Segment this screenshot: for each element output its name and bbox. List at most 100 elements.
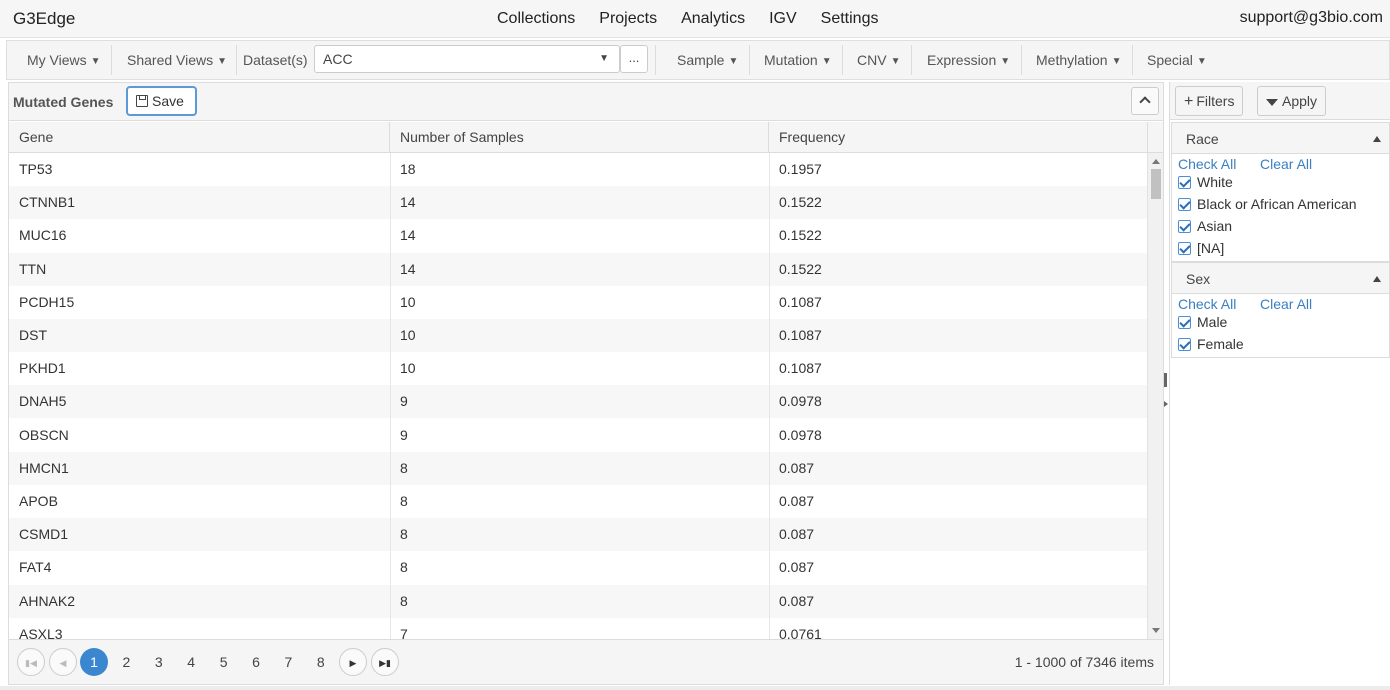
collapse-panel-button[interactable]	[1131, 87, 1159, 115]
table-row[interactable]: CTNNB1 14 0.1522	[9, 186, 1147, 220]
table-row[interactable]: ASXL3 7 0.0761	[9, 618, 1147, 639]
table-row[interactable]: DNAH5 9 0.0978	[9, 385, 1147, 419]
panel-header: Mutated Genes Save	[9, 83, 1163, 121]
caret-up-icon[interactable]	[1373, 136, 1381, 142]
splitter-arrow-icon[interactable]	[1164, 401, 1168, 407]
page-button-3[interactable]: 3	[145, 648, 173, 676]
gene-cell: TP53	[19, 161, 53, 177]
checkbox-checked-icon[interactable]	[1178, 316, 1191, 329]
special-menu[interactable]: Special ▼	[1147, 41, 1207, 79]
sex-clear-all-link[interactable]: Clear All	[1260, 296, 1312, 312]
column-header-gene[interactable]: Gene	[9, 122, 390, 153]
samples-cell: 10	[400, 360, 416, 377]
race-option-na[interactable]: [NA]	[1178, 240, 1224, 260]
sex-option-female[interactable]: Female	[1178, 336, 1244, 356]
table-row[interactable]: HMCN1 8 0.087	[9, 451, 1147, 485]
brand-logo[interactable]: G3Edge	[13, 9, 75, 29]
nav-igv[interactable]: IGV	[757, 0, 809, 38]
nav-collections[interactable]: Collections	[485, 0, 587, 38]
my-views-menu[interactable]: My Views ▼	[27, 41, 101, 79]
sex-check-all-link[interactable]: Check All	[1178, 296, 1236, 312]
table-row[interactable]: FAT4 8 0.087	[9, 551, 1147, 584]
checkbox-checked-icon[interactable]	[1178, 176, 1191, 189]
save-button[interactable]: Save	[126, 86, 197, 116]
table-row[interactable]: TTN 14 0.1522	[9, 252, 1147, 286]
scroll-up-arrow-icon[interactable]	[1152, 159, 1160, 164]
next-page-icon[interactable]: ▶	[339, 648, 367, 676]
plus-icon: +	[1184, 93, 1194, 110]
dataset-value: ACC	[323, 51, 353, 67]
gene-cell: HMCN1	[19, 459, 69, 476]
table-row[interactable]: MUC16 14 0.1522	[9, 219, 1147, 252]
caret-down-icon: ▼	[599, 53, 609, 64]
frequency-cell: 0.1522	[779, 260, 822, 277]
race-section-header[interactable]: Race	[1171, 122, 1390, 154]
gene-cell: MUC16	[19, 227, 67, 244]
nav-settings[interactable]: Settings	[809, 0, 891, 38]
column-divider	[390, 153, 391, 639]
toolbar: My Views ▼ Shared Views ▼ Dataset(s) ACC ▼…	[6, 40, 1390, 80]
grid-scrollbar[interactable]	[1147, 153, 1163, 639]
splitter-handle[interactable]	[1164, 373, 1167, 387]
samples-cell: 7	[400, 625, 408, 639]
column-header-frequency[interactable]: Frequency	[769, 122, 1148, 153]
page-button-8[interactable]: 8	[307, 648, 335, 676]
expression-menu-label: Expression	[927, 52, 997, 68]
apply-filters-button[interactable]: Apply	[1257, 86, 1327, 116]
table-row[interactable]: APOB 8 0.087	[9, 485, 1147, 518]
race-option-asian[interactable]: Asian	[1178, 218, 1232, 238]
table-row[interactable]: PCDH15 10 0.1087	[9, 286, 1147, 319]
table-row[interactable]: DST 10 0.1087	[9, 319, 1147, 352]
sex-option-label: Male	[1197, 314, 1228, 330]
page-button-4[interactable]: 4	[177, 648, 205, 676]
race-clear-all-link[interactable]: Clear All	[1260, 156, 1312, 172]
checkbox-checked-icon[interactable]	[1178, 338, 1191, 351]
dataset-select[interactable]: ACC ▼	[314, 45, 620, 73]
checkbox-checked-icon[interactable]	[1178, 220, 1191, 233]
sample-menu[interactable]: Sample ▼	[677, 41, 738, 79]
prev-page-icon[interactable]: ◀	[49, 648, 77, 676]
shared-views-menu[interactable]: Shared Views ▼	[127, 41, 227, 79]
support-email-link[interactable]: support@g3bio.com	[1240, 9, 1383, 27]
samples-cell: 14	[400, 260, 416, 277]
sample-menu-label: Sample	[677, 52, 725, 68]
dataset-more-button[interactable]: ...	[620, 45, 648, 73]
filter-panel: + Filters Apply Race Check All Clear All …	[1169, 82, 1390, 685]
toolbar-divider	[236, 45, 237, 75]
scroll-down-arrow-icon[interactable]	[1152, 628, 1160, 633]
first-page-icon[interactable]: ▮◀	[17, 648, 45, 676]
table-row[interactable]: OBSCN 9 0.0978	[9, 419, 1147, 452]
caret-down-icon: ▼	[1196, 56, 1207, 67]
sex-section-header[interactable]: Sex	[1171, 262, 1390, 294]
frequency-cell: 0.1522	[779, 194, 822, 211]
mutation-menu[interactable]: Mutation ▼	[764, 41, 832, 79]
gene-cell: TTN	[19, 260, 47, 277]
sex-option-male[interactable]: Male	[1178, 314, 1227, 334]
page-button-5[interactable]: 5	[210, 648, 238, 676]
page-button-2[interactable]: 2	[112, 648, 140, 676]
caret-up-icon[interactable]	[1373, 276, 1381, 282]
race-option-black[interactable]: Black or African American	[1178, 196, 1357, 216]
table-row[interactable]: TP53 18 0.1957	[9, 153, 1147, 186]
nav-projects[interactable]: Projects	[587, 0, 669, 38]
samples-cell: 14	[400, 227, 416, 244]
last-page-icon[interactable]: ▶▮	[371, 648, 399, 676]
checkbox-checked-icon[interactable]	[1178, 242, 1191, 255]
cnv-menu[interactable]: CNV ▼	[857, 41, 900, 79]
page-button-1[interactable]: 1	[80, 648, 108, 676]
toolbar-divider	[1132, 45, 1133, 75]
checkbox-checked-icon[interactable]	[1178, 198, 1191, 211]
table-row[interactable]: CSMD1 8 0.087	[9, 518, 1147, 552]
expression-menu[interactable]: Expression ▼	[927, 41, 1010, 79]
page-button-7[interactable]: 7	[274, 648, 302, 676]
table-row[interactable]: AHNAK2 8 0.087	[9, 584, 1147, 618]
race-check-all-link[interactable]: Check All	[1178, 156, 1236, 172]
column-header-samples[interactable]: Number of Samples	[390, 122, 769, 153]
page-button-6[interactable]: 6	[242, 648, 270, 676]
race-option-white[interactable]: White	[1178, 174, 1233, 194]
nav-analytics[interactable]: Analytics	[669, 0, 757, 38]
scrollbar-thumb[interactable]	[1151, 169, 1161, 199]
table-row[interactable]: PKHD1 10 0.1087	[9, 352, 1147, 385]
methylation-menu[interactable]: Methylation ▼	[1036, 41, 1122, 79]
add-filters-button[interactable]: + Filters	[1175, 86, 1244, 116]
